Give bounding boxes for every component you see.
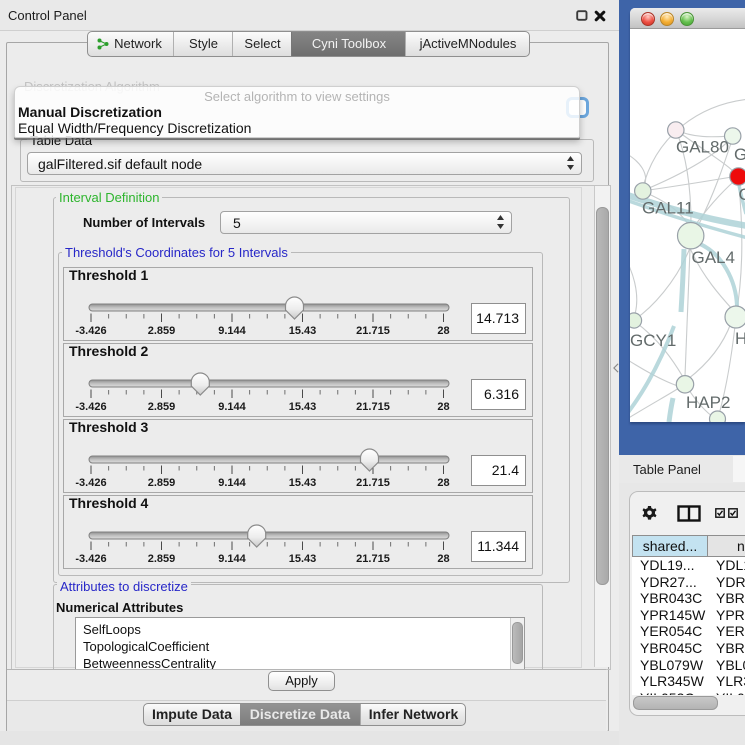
svg-text:GAL4: GAL4 bbox=[692, 248, 735, 267]
svg-text:GAL80: GAL80 bbox=[676, 138, 729, 157]
svg-text:GCY1: GCY1 bbox=[630, 331, 676, 350]
svg-text:C: C bbox=[739, 185, 745, 204]
svg-text:G.: G. bbox=[734, 145, 745, 164]
svg-text:HAP2: HAP2 bbox=[686, 393, 730, 412]
svg-text:GAL11: GAL11 bbox=[642, 199, 694, 218]
svg-text:H: H bbox=[735, 329, 745, 348]
